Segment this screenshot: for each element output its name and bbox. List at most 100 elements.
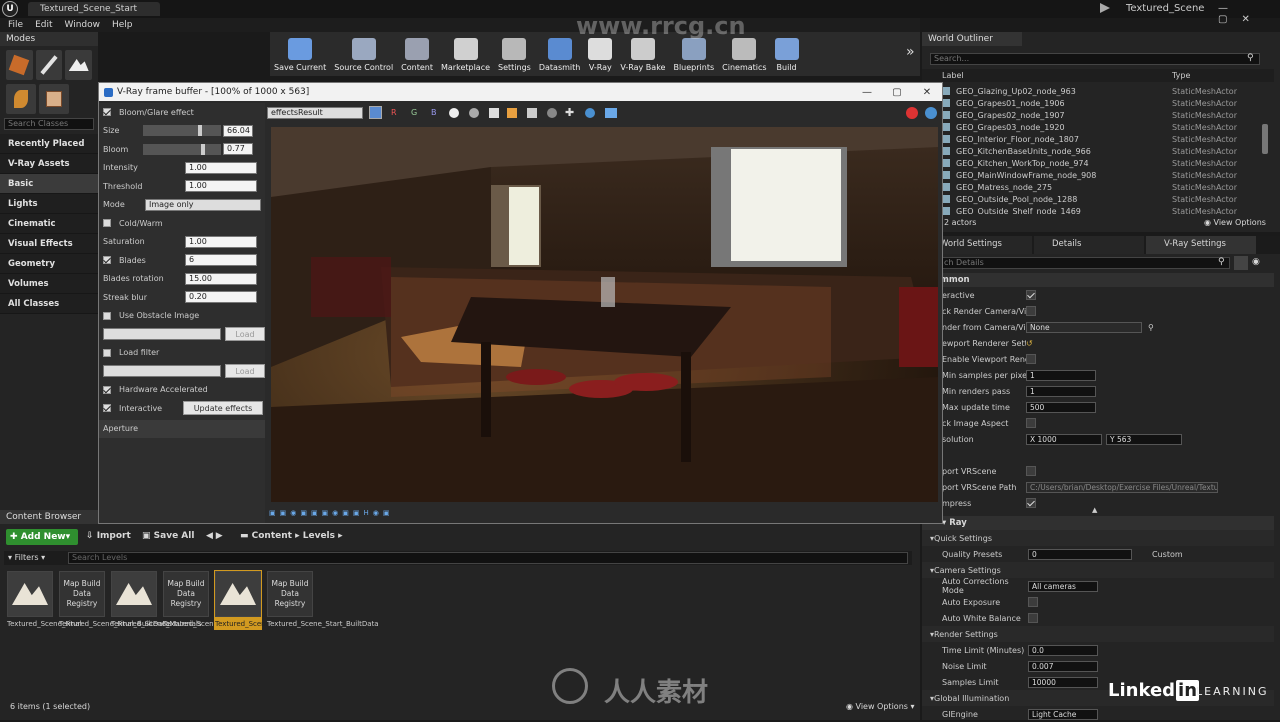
bloom-field[interactable]: 0.77 [223,143,253,156]
update-effects-button[interactable]: Update effects [183,401,263,416]
save-all-button[interactable]: ▣ Save All [142,531,194,541]
threshold-field[interactable]: 1.00 [185,180,257,193]
resolution-x-field[interactable]: X 1000 [1026,433,1102,445]
vray-section-header[interactable]: ▾ Camera Settings [922,562,1274,578]
outliner-row[interactable]: ◉GEO_Outside_Pool_node_1288StaticMeshAct… [922,193,1262,205]
vray-header[interactable]: ▾ Ray [922,516,1274,530]
outliner-view-options[interactable]: ◉ View Options [1204,218,1266,227]
blades-field[interactable]: 6 [185,254,257,267]
asset-tile[interactable]: Textured_Scene_Final [6,570,82,630]
place-mode-icon[interactable] [6,50,33,80]
load-filter-checkbox[interactable] [103,348,111,357]
details-checkbox[interactable] [1026,466,1036,476]
aperture-header[interactable]: Aperture [99,419,265,438]
coldwarm-checkbox[interactable] [103,219,111,228]
filter-path-field[interactable] [103,365,221,378]
bloom-checkbox[interactable] [103,108,111,117]
toolbar-source-control-button[interactable]: Source Control [330,32,397,76]
history-arrows[interactable]: ◀ ▶ [206,531,223,541]
size-slider-handle[interactable] [197,125,202,137]
mode-item-cinematic[interactable]: Cinematic [0,214,98,234]
bloom-slider[interactable] [143,143,221,155]
vray-setting-field[interactable]: 0 [1028,548,1132,560]
camera-select[interactable]: None [1026,321,1142,333]
grid-view-icon[interactable] [1234,256,1248,270]
vray-setting-checkbox[interactable] [1028,613,1038,623]
doc-tab[interactable]: Textured_Scene_Start [28,2,160,16]
obstacle-load-button[interactable]: Load [225,327,265,342]
mode-item-volumes[interactable]: Volumes [0,274,98,294]
outliner-row[interactable]: ◉GEO_Grapes01_node_1906StaticMeshActor [922,97,1262,109]
asset-tile[interactable]: Map Build Data Registry Textured_Scene_Ma… [162,570,254,630]
menu-file[interactable]: File [8,20,23,30]
add-new-button[interactable]: ✚ Add New ▾ [6,529,78,545]
intensity-field[interactable]: 1.00 [185,161,257,174]
obstacle-path-field[interactable] [103,328,221,341]
col-type[interactable]: Type [1172,71,1190,80]
bloom-slider-handle[interactable] [200,143,205,155]
track-mouse-icon[interactable] [547,108,557,118]
menu-edit[interactable]: Edit [35,20,52,30]
outliner-tab[interactable]: World Outliner [922,32,1022,46]
details-checkbox[interactable] [1026,290,1036,300]
vray-setting-field[interactable]: 0.007 [1028,660,1098,672]
filters-button[interactable]: ▾ Filters ▾ [8,553,45,562]
color-correction-icon[interactable] [369,106,382,119]
common-header[interactable]: mmon [922,273,1274,287]
details-number-field[interactable]: 1 [1026,369,1096,381]
resolution-y-field[interactable]: Y 563 [1106,433,1182,445]
mode-item-lights[interactable]: Lights [0,194,98,214]
blades-checkbox[interactable] [103,256,111,265]
load-image-icon[interactable] [507,108,517,118]
mono-icon[interactable] [469,108,479,118]
details-checkbox[interactable] [1026,354,1036,364]
details-checkbox[interactable] [1026,306,1036,316]
vray-setting-field[interactable]: All cameras [1028,580,1098,592]
vray-setting-checkbox[interactable] [1028,597,1038,607]
blue-channel-button[interactable]: B [431,108,437,117]
details-tab-details[interactable]: Details [1034,236,1144,254]
details-number-field[interactable]: 500 [1026,401,1096,413]
vray-setting-field[interactable]: Light Cache [1028,708,1098,720]
maximize-icon[interactable]: ▢ [882,87,912,98]
outliner-row[interactable]: ◉GEO_MainWindowFrame_node_908StaticMeshA… [922,169,1262,181]
saturation-field[interactable]: 1.00 [185,235,257,248]
red-channel-button[interactable]: R [391,108,397,117]
close-icon[interactable]: ✕ [912,87,942,98]
details-checkbox[interactable] [1026,418,1036,428]
geometry-mode-icon[interactable] [39,84,69,114]
collapse-arrow-icon[interactable]: ▲ [1092,506,1097,514]
mode-item-geometry[interactable]: Geometry [0,254,98,274]
history-icon[interactable] [605,108,617,118]
modes-search[interactable]: Search Classes [4,118,94,130]
vray-section-header[interactable]: ▾ Quick Settings [922,530,1274,546]
outliner-row[interactable]: ◉GEO_Grapes02_node_1907StaticMeshActor [922,109,1262,121]
outliner-row[interactable]: ◉GEO_Grapes03_node_1920StaticMeshActor [922,121,1262,133]
clear-icon[interactable] [527,108,537,118]
outliner-row[interactable]: ◉GEO_Glazing_Up02_node_963StaticMeshActo… [922,85,1262,97]
mode-item-visual-effects[interactable]: Visual Effects [0,234,98,254]
col-label[interactable]: Label [942,71,964,80]
toolbar-save-current-button[interactable]: Save Current [270,32,330,76]
alpha-icon[interactable] [449,108,459,118]
paint-mode-icon[interactable] [35,50,63,80]
asset-tile[interactable]: Textured_Scene_Materials [110,570,202,630]
mode-item-v-ray-assets[interactable]: V-Ray Assets [0,154,98,174]
region-icon[interactable]: ✚ [565,106,574,119]
asset-tile[interactable]: Textured_Scene_Start [214,570,291,630]
vray-setting-field[interactable]: 10000 [1028,676,1098,688]
channel-select[interactable]: effectsResult [267,107,363,119]
obstacle-checkbox[interactable] [103,311,111,320]
toolbar-marketplace-button[interactable]: Marketplace [437,32,494,76]
vray-section-header[interactable]: ▾ Render Settings [922,626,1274,642]
reset-arrow-icon[interactable]: ↺ [1026,339,1033,348]
mode-item-recently-placed[interactable]: Recently Placed [0,134,98,154]
content-browser-tab[interactable]: Content Browser [0,510,100,524]
toolbar-overflow-icon[interactable]: » [906,44,915,60]
outliner-row[interactable]: ◉GEO_Outside_Shelf_node_1469StaticMeshAc… [922,205,1262,215]
mode-select[interactable]: Image only [145,198,261,211]
asset-tile[interactable]: Map Build Data Registry Textured_Scene_St… [266,570,379,630]
interactive-checkbox[interactable] [103,404,111,413]
green-channel-button[interactable]: G [411,108,417,117]
details-number-field[interactable]: 1 [1026,385,1096,397]
